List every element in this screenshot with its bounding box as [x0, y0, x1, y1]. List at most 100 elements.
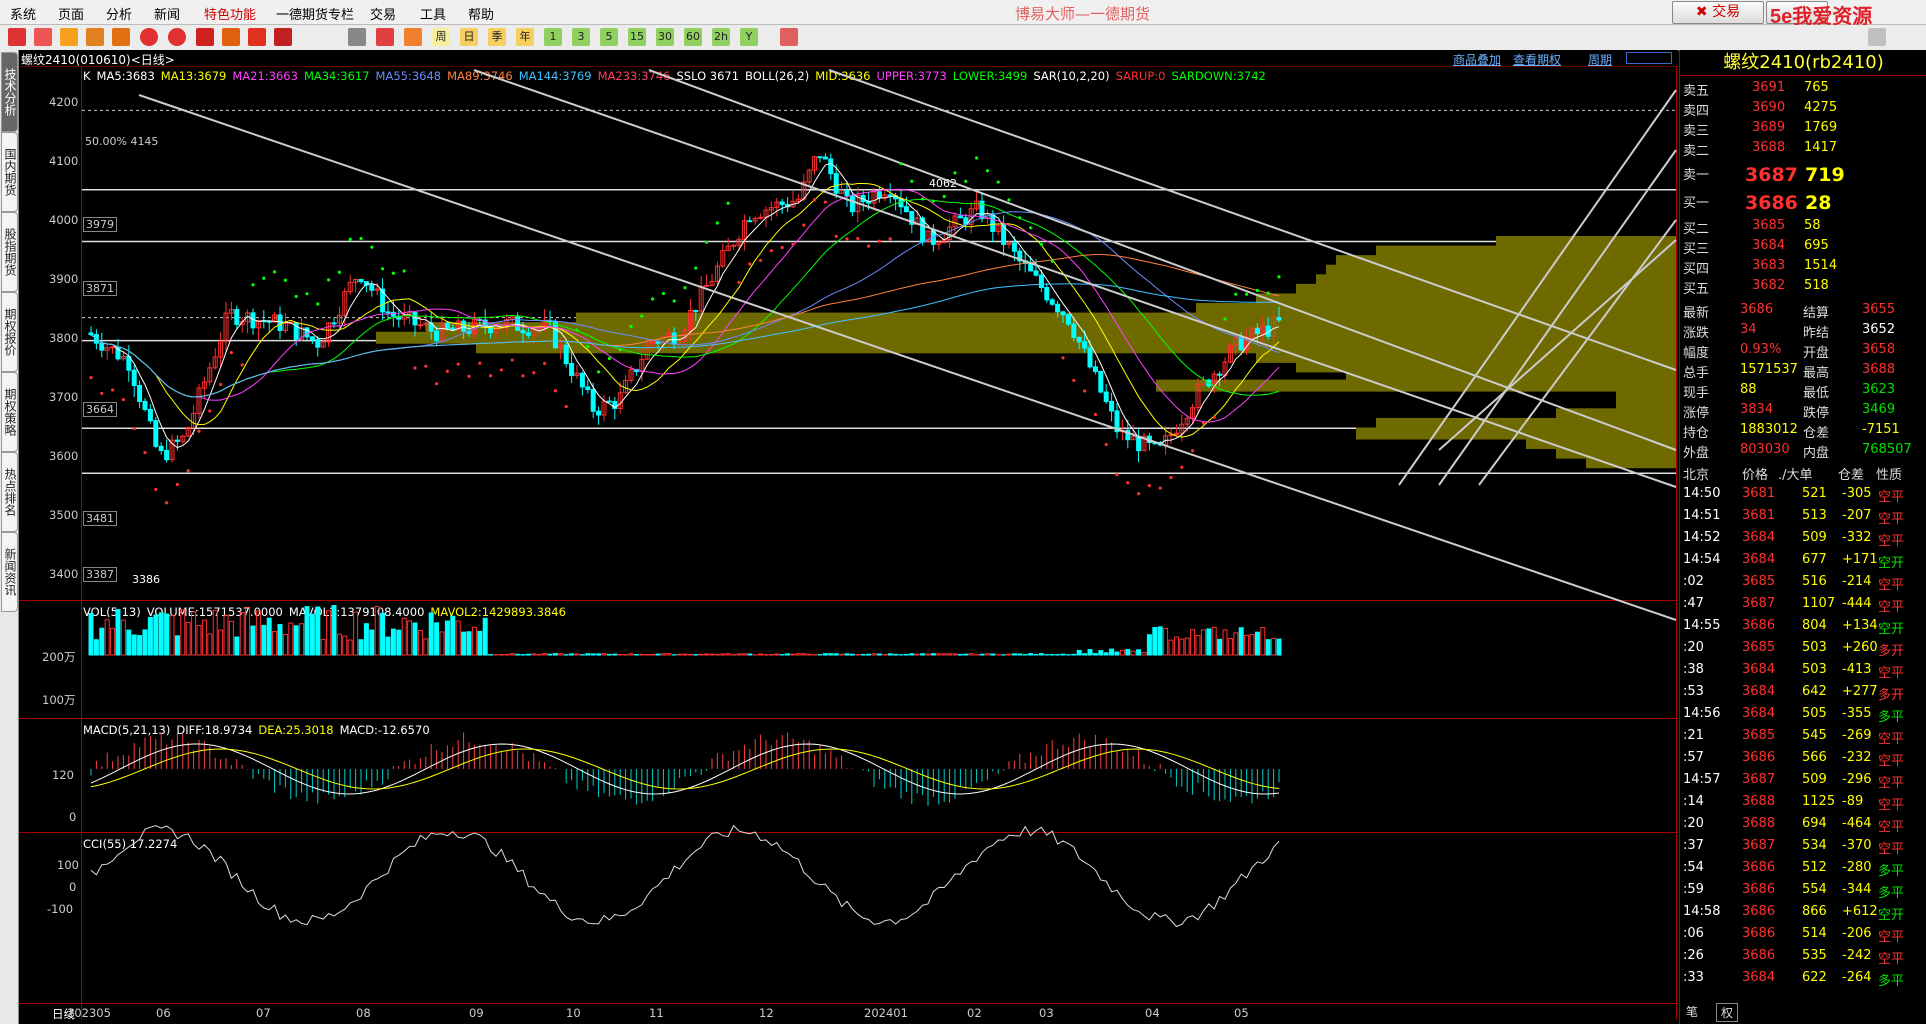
tools-icon[interactable] — [274, 28, 292, 46]
volume-bar — [1200, 629, 1206, 656]
tab-rights[interactable]: 权 — [1716, 1003, 1739, 1022]
menu-item-news[interactable]: 新闻 — [154, 4, 180, 23]
tab-trades[interactable]: 笔 — [1686, 1003, 1698, 1020]
volume-bar — [682, 653, 688, 656]
zoom-out-icon[interactable] — [168, 28, 186, 46]
tick-time: :14 — [1683, 794, 1704, 809]
volume-bar — [347, 639, 353, 656]
multi-chart-icon[interactable] — [404, 28, 422, 46]
candle-body — [569, 363, 575, 377]
period-3m-button[interactable]: 3 — [572, 28, 590, 46]
volume-bar — [261, 624, 267, 656]
menu-item-features[interactable]: 特色功能 — [204, 4, 256, 23]
draw-pen-icon[interactable] — [196, 28, 214, 46]
period-week-button[interactable]: 周 — [432, 28, 450, 46]
calculator-icon[interactable] — [780, 28, 798, 46]
volume-bar — [461, 631, 467, 656]
sar-dot — [521, 374, 525, 378]
tab-option-quotes[interactable]: 期权报价 — [1, 292, 18, 372]
chart-area[interactable]: 螺纹2410(010610)<日线> 商品叠加 查看期权 周期 K MA5:368… — [19, 50, 1678, 1024]
candle-body — [164, 450, 170, 461]
tick-price: 3684 — [1742, 684, 1776, 699]
bid-label: 买四 — [1683, 262, 1710, 277]
period-1m-button[interactable]: 1 — [544, 28, 562, 46]
sar-dot — [143, 450, 147, 455]
tick-time: :59 — [1683, 882, 1704, 897]
volume-bar — [1265, 639, 1271, 656]
menu-item-system[interactable]: 系统 — [10, 4, 36, 23]
candle-body — [1049, 299, 1055, 305]
sar-dot — [1158, 486, 1162, 490]
tick-volume: 642 — [1802, 684, 1827, 699]
period-year-y-button[interactable]: Y — [740, 28, 758, 46]
kline-chart[interactable] — [19, 50, 1678, 1024]
menu-item-tools[interactable]: 工具 — [420, 4, 446, 23]
tick-type: 多平 — [1878, 710, 1905, 725]
menu-item-trade[interactable]: 交易 — [370, 4, 396, 23]
period-quarter-button[interactable]: 季 — [488, 28, 506, 46]
tab-news[interactable]: 新闻资讯 — [1, 532, 18, 612]
volume-bar — [1173, 636, 1179, 656]
volume-bar — [223, 614, 229, 656]
volume-bar — [331, 605, 337, 656]
sar-dot — [273, 270, 277, 274]
stat-value: 3686 — [1740, 302, 1774, 317]
sar-dot — [111, 388, 115, 392]
folder-icon[interactable] — [60, 28, 78, 46]
stat-value: -7151 — [1862, 422, 1900, 437]
tab-option-strategy[interactable]: 期权策略 — [1, 372, 18, 452]
period-day-button[interactable]: 日 — [460, 28, 478, 46]
volume-bar — [596, 653, 602, 656]
sar-dot — [1083, 389, 1087, 393]
menu-item-column[interactable]: 一德期货专栏 — [276, 4, 354, 23]
tick-type: 空平 — [1878, 666, 1905, 681]
ask-price: 3689 — [1752, 120, 1786, 135]
stat-label: 涨跌 — [1683, 326, 1710, 341]
sar-dot — [964, 179, 968, 183]
tick-volume: 512 — [1802, 860, 1827, 875]
stat-label: 总手 — [1683, 366, 1710, 381]
sar-dot — [877, 239, 882, 243]
table-icon[interactable] — [348, 28, 366, 46]
window-icon[interactable] — [112, 28, 130, 46]
period-5m-button[interactable]: 5 — [600, 28, 618, 46]
period-30m-button[interactable]: 30 — [656, 28, 674, 46]
ask-label: 卖五 — [1683, 84, 1710, 99]
volume-bar — [326, 610, 332, 656]
tab-index-futures[interactable]: 股指期货 — [1, 212, 18, 292]
tick-row: 14:56 3684 505 -355 多平 — [1680, 703, 1910, 725]
filter-icon[interactable] — [248, 28, 266, 46]
line-chart-icon[interactable] — [376, 28, 394, 46]
quote-row: 卖一 3687 719 — [1680, 162, 1910, 186]
menu-item-page[interactable]: 页面 — [58, 4, 84, 23]
period-year-button[interactable]: 年 — [516, 28, 534, 46]
tab-hot-ranking[interactable]: 热点排名 — [1, 452, 18, 532]
quote-row: 卖四 3690 4275 — [1680, 98, 1910, 119]
candle-body — [585, 386, 591, 390]
candle-body — [828, 158, 834, 175]
sar-dot — [715, 221, 720, 225]
back-icon[interactable] — [8, 28, 26, 46]
report-icon[interactable] — [86, 28, 104, 46]
volume-bar — [585, 653, 591, 656]
quote-row: 涨停 3834 跌停 3469 — [1680, 400, 1910, 421]
tab-technical-analysis[interactable]: 技术分析 — [1, 52, 18, 132]
tick-price: 3684 — [1742, 970, 1776, 985]
menu-item-help[interactable]: 帮助 — [468, 4, 494, 23]
tick-volume: 554 — [1802, 882, 1827, 897]
period-2h-button[interactable]: 2h — [712, 28, 730, 46]
period-15m-button[interactable]: 15 — [628, 28, 646, 46]
tick-row: :06 3686 514 -206 空平 — [1680, 923, 1910, 945]
scroll-up-icon[interactable] — [1868, 28, 1886, 46]
volume-bar — [1125, 648, 1131, 656]
tick-volume: 513 — [1802, 508, 1827, 523]
menu-item-analysis[interactable]: 分析 — [106, 4, 132, 23]
trade-button[interactable]: ✖ 交易 — [1672, 1, 1764, 24]
period-60m-button[interactable]: 60 — [684, 28, 702, 46]
stat-value: 803030 — [1740, 442, 1790, 457]
paint-icon[interactable] — [222, 28, 240, 46]
home-icon[interactable] — [34, 28, 52, 46]
tab-domestic-futures[interactable]: 国内期货 — [1, 132, 18, 212]
zoom-in-icon[interactable] — [140, 28, 158, 46]
volume-bar — [218, 629, 224, 656]
